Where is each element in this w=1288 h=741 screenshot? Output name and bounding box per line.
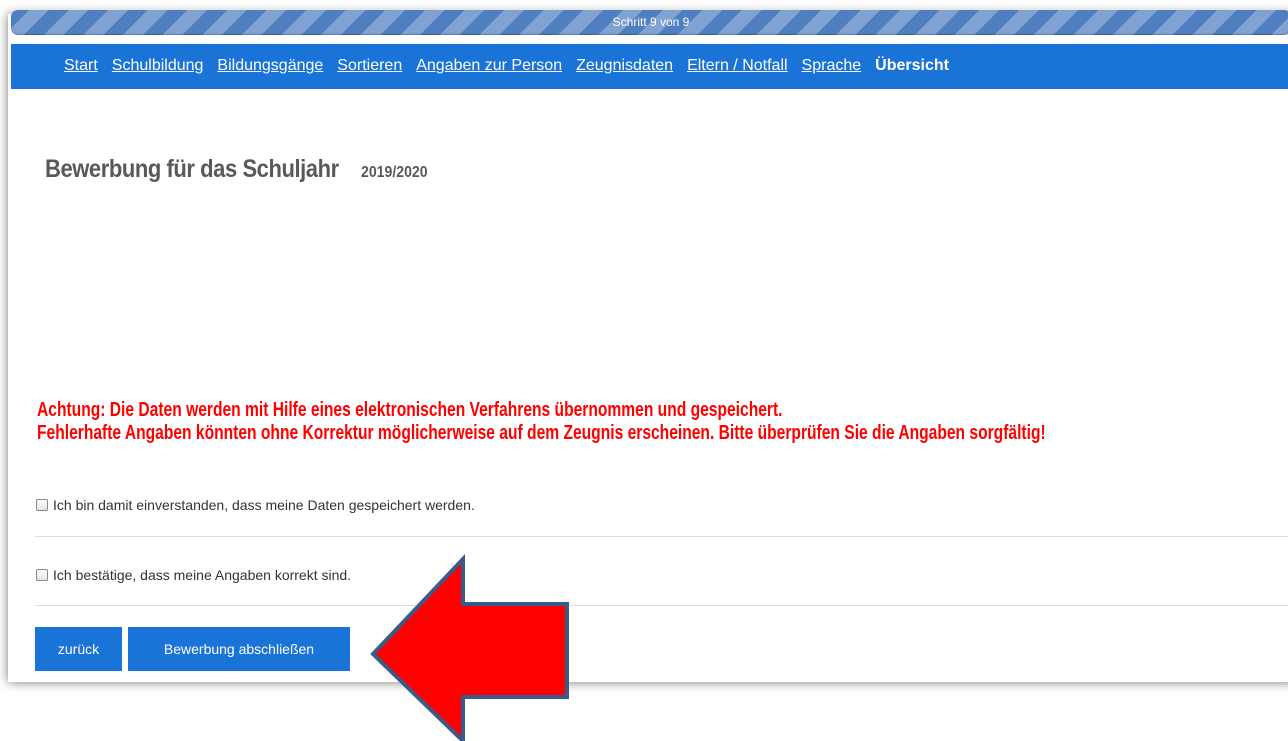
annotation-arrow — [370, 553, 569, 741]
page: Schritt 9 von 9 Start Schulbildung Bildung… — [0, 0, 1288, 741]
arrow-left-icon — [370, 553, 569, 741]
